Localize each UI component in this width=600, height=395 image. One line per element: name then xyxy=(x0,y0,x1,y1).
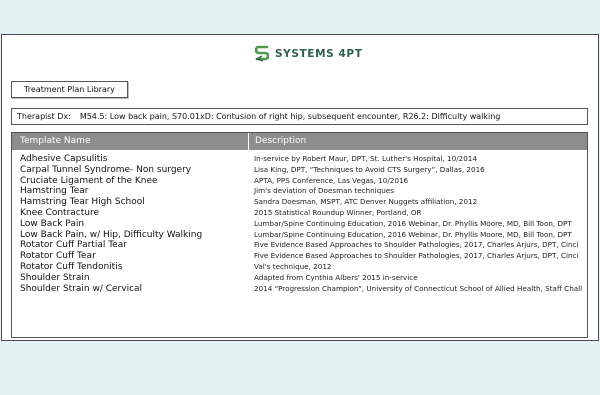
therapist-dx-field: Therapist Dx: M54.5: Low back pain, S70.0… xyxy=(11,108,588,125)
template-name: Rotator Cuff Tear xyxy=(20,251,96,262)
template-name: Cruciate Ligament of the Knee xyxy=(20,175,158,186)
column-header-description[interactable]: Description xyxy=(249,133,587,150)
systems4pt-logo-icon xyxy=(255,45,269,62)
treatment-plan-library-button[interactable]: Treatment Plan Library xyxy=(11,81,128,98)
table-row[interactable]: Shoulder Strain w/ Cervical 2014 “Progres… xyxy=(12,284,587,295)
template-table: Template Name Description Adhesive Capsu… xyxy=(11,132,588,338)
template-name: Hamstring Tear xyxy=(20,186,89,197)
brand-name: SYSTEMS 4PT xyxy=(275,48,363,60)
template-name: Knee Contracture xyxy=(20,207,100,218)
table-body: Adhesive Capsulitis In-service by Robert … xyxy=(12,150,587,294)
table-row[interactable]: Low Back Pain, w/ Hip, Difficulty Walkin… xyxy=(12,230,587,241)
therapist-dx-label: Therapist Dx: xyxy=(17,112,71,121)
template-description: APTA, PPS Conference, Las Vegas, 10/2016 xyxy=(254,175,409,185)
table-row[interactable]: Low Back Pain Lumbar/Spine Continuing Edu… xyxy=(12,219,587,230)
table-row[interactable]: Hamstring Tear High School Sandra Doesman… xyxy=(12,197,587,208)
column-header-template-name[interactable]: Template Name xyxy=(12,133,249,150)
table-row[interactable]: Carpal Tunnel Syndrome- Non surgery Lisa … xyxy=(12,165,587,176)
template-name: Low Back Pain xyxy=(20,218,85,229)
template-description: Five Evidence Based Approaches to Should… xyxy=(254,240,579,250)
template-description: 2014 “Progression Champion”, University … xyxy=(254,283,583,293)
table-row[interactable]: Shoulder Strain Adapted from Cynthia Alb… xyxy=(12,273,587,284)
template-name: Adhesive Capsulitis xyxy=(20,154,108,164)
table-header: Template Name Description xyxy=(12,133,587,150)
template-name: Low Back Pain, w/ Hip, Difficulty Walkin… xyxy=(20,229,203,240)
table-row[interactable]: Hamstring Tear Jim's deviation of Doesman… xyxy=(12,186,587,197)
template-description: Jim's deviation of Doesman techniques xyxy=(254,186,394,196)
template-description: Lisa King, DPT, “Techniques to Avoid CTS… xyxy=(254,164,485,174)
table-row[interactable]: Rotator Cuff Partial Tear Five Evidence B… xyxy=(12,240,587,251)
template-description: Five Evidence Based Approaches to Should… xyxy=(254,251,579,261)
template-name: Hamstring Tear High School xyxy=(20,197,145,208)
template-description: Adapted from Cynthia Albers' 2015 in-ser… xyxy=(254,272,418,282)
table-row[interactable]: Adhesive Capsulitis In-service by Robert … xyxy=(12,154,587,165)
template-description: Lumbar/Spine Continuing Education, 2016 … xyxy=(254,229,572,239)
template-name: Shoulder Strain w/ Cervical xyxy=(20,283,143,294)
app-window: SYSTEMS 4PT Treatment Plan Library Thera… xyxy=(1,34,599,341)
template-description: In-service by Robert Maur, DPT, St. Luth… xyxy=(254,154,477,163)
template-description: Lumbar/Spine Continuing Education, 2016 … xyxy=(254,218,572,228)
template-description: Sandra Doesman, MSPT, ATC Denver Nuggets… xyxy=(254,197,478,207)
therapist-dx-value: M54.5: Low back pain, S70.01xD: Contusio… xyxy=(79,112,501,121)
table-row[interactable]: Rotator Cuff Tendonitis Val's technique, … xyxy=(12,262,587,273)
template-name: Rotator Cuff Tendonitis xyxy=(20,261,123,272)
table-row[interactable]: Rotator Cuff Tear Five Evidence Based App… xyxy=(12,251,587,262)
template-name: Shoulder Strain xyxy=(20,272,90,283)
template-name: Carpal Tunnel Syndrome- Non surgery xyxy=(20,164,192,175)
table-row[interactable]: Knee Contracture 2015 Statistical Roundup… xyxy=(12,208,587,219)
table-row[interactable]: Cruciate Ligament of the Knee APTA, PPS C… xyxy=(12,176,587,187)
template-description: Val's technique, 2012 xyxy=(254,261,332,271)
template-name: Rotator Cuff Partial Tear xyxy=(20,240,127,251)
brand-logo: SYSTEMS 4PT xyxy=(255,45,363,63)
template-description: 2015 Statistical Roundup Winner, Portlan… xyxy=(254,207,422,217)
